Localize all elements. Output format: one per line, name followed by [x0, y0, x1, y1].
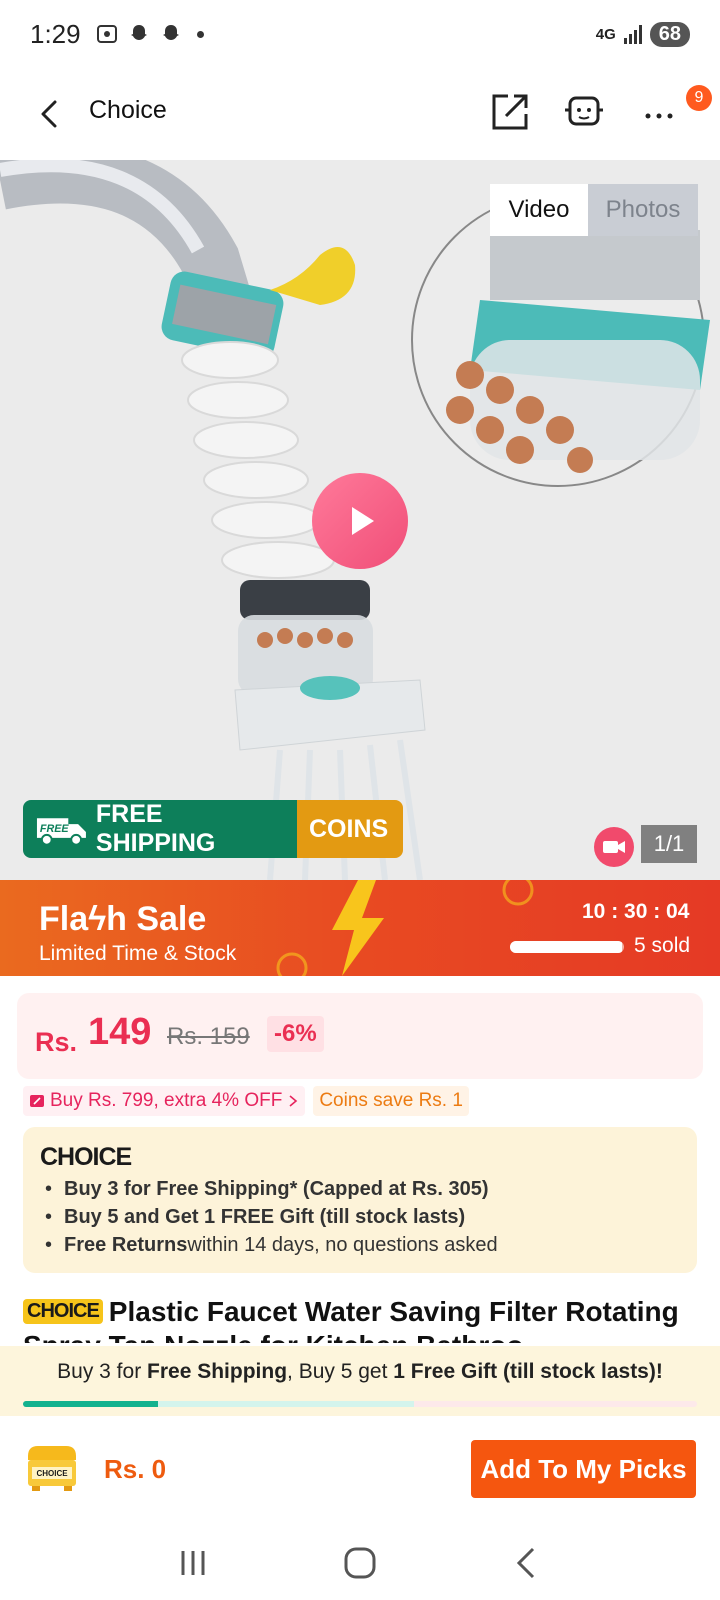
snapchat-icon [162, 25, 179, 40]
media-tabs: Video Photos [490, 184, 698, 236]
video-indicator[interactable] [594, 827, 634, 867]
coins-promo[interactable]: Coins save Rs. 1 [313, 1086, 469, 1116]
customer-service-icon[interactable] [560, 88, 608, 136]
lightning-icon [332, 880, 384, 976]
bundle-progress-bar [23, 1401, 697, 1407]
discount-badge: -6% [267, 1016, 324, 1052]
home-icon[interactable] [340, 1543, 380, 1583]
screenshot-icon [96, 25, 117, 43]
price-current: 149 [88, 1011, 152, 1053]
free-shipping-section: FREE FREE SHIPPING [23, 800, 297, 858]
dot-icon [196, 30, 204, 38]
coins-label: COINS [297, 800, 403, 858]
bundle-promo-bar[interactable]: Buy 3 for Free Shipping, Buy 5 get 1 Fre… [0, 1346, 720, 1416]
benefit-item: Free Returns within 14 days, no question… [45, 1231, 498, 1259]
status-bar: 1:29 4G 68 [0, 0, 720, 68]
truck-icon: FREE [36, 818, 86, 846]
notification-badge: 9 [686, 85, 712, 111]
alarm-clock-icon [502, 880, 534, 906]
tab-video[interactable]: Video [490, 184, 588, 236]
recent-apps-icon[interactable] [173, 1547, 213, 1579]
picks-chest-icon[interactable]: CHOICE [24, 1442, 80, 1492]
choice-benefits-list: Buy 3 for Free Shipping* (Capped at Rs. … [45, 1175, 498, 1259]
video-camera-icon [603, 841, 625, 853]
price-currency: Rs. [35, 1027, 78, 1057]
play-icon [352, 507, 374, 535]
free-shipping-label: FREE SHIPPING [95, 800, 216, 857]
back-icon[interactable] [30, 92, 70, 136]
page-title: Choice [89, 96, 167, 124]
image-counter: 1/1 [641, 825, 697, 863]
product-title: Plastic Faucet Water Saving Filter Rotat… [23, 1296, 679, 1343]
battery-indicator: 68 [649, 21, 690, 47]
product-title-row: CHOICE Plastic Faucet Water Saving Filter… [23, 1295, 713, 1343]
add-to-picks-button[interactable]: Add To My Picks [471, 1440, 696, 1498]
coupon-promo[interactable]: Buy Rs. 799, extra 4% OFF [23, 1086, 306, 1116]
flash-sale-title: Flaϟh Sale [39, 900, 207, 938]
system-nav-bar [0, 1526, 720, 1600]
chevron-right-icon [289, 1095, 298, 1107]
tab-photos[interactable]: Photos [588, 184, 698, 236]
flash-countdown: 10 : 30 : 04 [582, 900, 690, 923]
system-back-icon[interactable] [507, 1543, 547, 1583]
picks-total: Rs. 0 [104, 1454, 167, 1484]
play-button[interactable] [312, 473, 408, 569]
flash-sale-subtitle: Limited Time & Stock [39, 942, 237, 965]
choice-benefits-box[interactable]: CHOICE Buy 3 for Free Shipping* (Capped … [23, 1127, 697, 1273]
more-icon[interactable] [636, 88, 684, 136]
status-time: 1:29 [30, 18, 81, 49]
product-gallery[interactable]: Video Photos FREE FREE SHIPPING COINS 1/… [0, 160, 720, 880]
bundle-promo-text: Buy 3 for Free Shipping, Buy 5 get 1 Fre… [57, 1360, 663, 1383]
bundle-progress-fill [23, 1401, 158, 1407]
sold-progress-fill [510, 941, 622, 953]
share-icon[interactable] [486, 88, 534, 136]
status-right: 4G 68 [595, 21, 690, 47]
choice-tag: CHOICE [23, 1299, 103, 1324]
coupon-icon [30, 1095, 44, 1107]
coupon-promo-text: Buy Rs. 799, extra 4% OFF [50, 1090, 283, 1111]
flash-sale-banner: Flaϟh Sale Limited Time & Stock 10 : 30 … [0, 880, 720, 976]
price-original: Rs. 159 [167, 1023, 250, 1050]
free-tag: FREE [40, 823, 70, 835]
app-header: Choice 9 [0, 68, 720, 160]
choice-logo: CHOICE [40, 1143, 132, 1171]
sold-progress-bar [510, 941, 624, 953]
snapchat-icon [130, 25, 147, 40]
coins-promo-text: Coins save Rs. 1 [319, 1090, 463, 1111]
product-page: 1:29 4G 68 Choice 9 Video Photos FREE FR… [0, 0, 720, 1600]
bottom-action-bar: CHOICE Rs. 0 Add To My Picks [0, 1416, 720, 1526]
alarm-clock-icon [276, 952, 308, 976]
sold-count: 5 sold [634, 934, 691, 957]
benefit-item: Buy 3 for Free Shipping* (Capped at Rs. … [45, 1175, 498, 1203]
free-shipping-banner: FREE FREE SHIPPING COINS [23, 800, 403, 858]
promotion-tags: Buy Rs. 799, extra 4% OFF Coins save Rs.… [23, 1086, 469, 1116]
status-notification-icons [95, 22, 204, 46]
network-type: 4G [595, 25, 616, 43]
benefit-item: Buy 5 and Get 1 FREE Gift (till stock la… [45, 1203, 498, 1231]
signal-icon [623, 24, 642, 44]
chest-label: CHOICE [36, 1469, 68, 1478]
price-box: Rs. 149 Rs. 159 -6% [17, 993, 703, 1079]
